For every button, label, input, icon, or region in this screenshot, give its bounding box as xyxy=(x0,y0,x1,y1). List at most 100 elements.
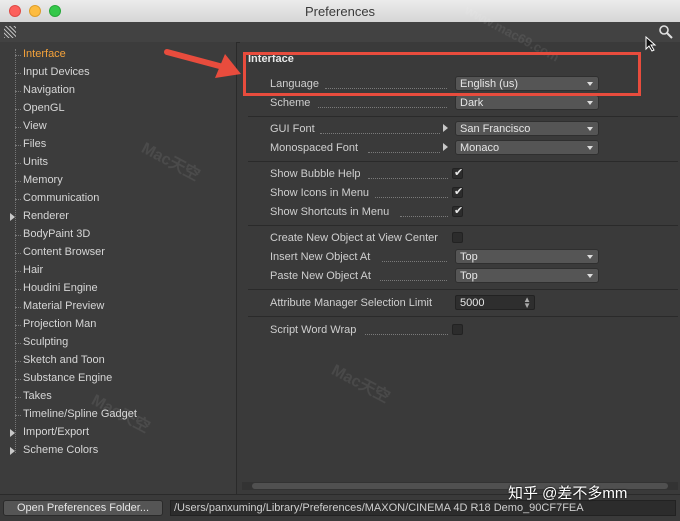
expand-arrow-icon[interactable] xyxy=(10,447,15,455)
sidebar-item-label: Units xyxy=(23,156,49,168)
sidebar-item-label: Content Browser xyxy=(23,246,105,258)
annotation-arrow-icon xyxy=(164,49,241,78)
open-preferences-folder-button[interactable]: Open Preferences Folder... xyxy=(3,500,163,516)
sidebar-item-label: Scheme Colors xyxy=(23,444,99,456)
create-at-center-label: Create New Object at View Center xyxy=(270,232,438,244)
sidebar-item[interactable]: Renderer xyxy=(0,208,236,226)
sidebar-item[interactable]: BodyPaint 3D xyxy=(0,226,236,244)
tree-connector xyxy=(15,289,21,290)
mono-font-value: Monaco xyxy=(460,142,500,154)
sidebar-item[interactable]: Material Preview xyxy=(0,298,236,316)
paste-at-label: Paste New Object At xyxy=(270,270,371,282)
sidebar-item-label: Projection Man xyxy=(23,318,97,330)
divider xyxy=(248,225,678,226)
leader-dots xyxy=(320,133,440,134)
tree-connector xyxy=(15,127,21,128)
tree-connector xyxy=(15,253,21,254)
sidebar-item[interactable]: OpenGL xyxy=(0,100,236,118)
sidebar-item[interactable]: Files xyxy=(0,136,236,154)
tree-connector xyxy=(15,199,21,200)
insert-at-dropdown[interactable]: Top xyxy=(455,249,599,264)
grip-icon[interactable] xyxy=(4,26,16,38)
checkmark-icon: ✔ xyxy=(454,186,464,198)
tree-connector xyxy=(15,325,21,326)
tree-connector xyxy=(15,343,21,344)
tree-connector xyxy=(15,307,21,308)
sidebar-item[interactable]: Substance Engine xyxy=(0,370,236,388)
checkmark-icon: ✔ xyxy=(454,167,464,179)
leader-dots xyxy=(380,280,447,281)
sidebar-item-label: OpenGL xyxy=(23,102,65,114)
leader-dots xyxy=(365,334,448,335)
sidebar-item-label: Files xyxy=(23,138,47,150)
selection-limit-spinner[interactable]: 5000 ▲ ▼ xyxy=(455,295,535,310)
title-bar: Preferences xyxy=(0,0,680,23)
sidebar-item[interactable]: Navigation xyxy=(0,82,236,100)
sidebar-item-label: Sketch and Toon xyxy=(23,354,105,366)
preferences-sidebar: Interface Input Devices Navigation OpenGL Vi… xyxy=(0,42,237,494)
sidebar-item[interactable]: Memory xyxy=(0,172,236,190)
icons-in-menu-label: Show Icons in Menu xyxy=(270,187,370,199)
divider xyxy=(248,316,678,317)
highlight-box xyxy=(243,52,641,96)
expand-arrow-icon[interactable] xyxy=(443,143,448,151)
tree-connector xyxy=(15,55,21,56)
leader-dots xyxy=(400,216,448,217)
sidebar-item[interactable]: Sketch and Toon xyxy=(0,352,236,370)
sidebar-item[interactable]: Import/Export xyxy=(0,424,236,442)
sidebar-item[interactable]: Hair xyxy=(0,262,236,280)
toolbar xyxy=(0,22,680,43)
scheme-value: Dark xyxy=(460,97,484,109)
expand-arrow-icon[interactable] xyxy=(10,213,15,221)
sidebar-item-label: BodyPaint 3D xyxy=(23,228,91,240)
icons-in-menu-checkbox[interactable]: ✔ xyxy=(452,186,464,198)
sidebar-item[interactable]: Projection Man xyxy=(0,316,236,334)
chevron-down-icon xyxy=(587,274,593,278)
scheme-label: Scheme xyxy=(270,97,311,109)
window-title: Preferences xyxy=(304,4,376,19)
gui-font-dropdown[interactable]: San Francisco xyxy=(455,121,599,136)
sidebar-item-label: Memory xyxy=(23,174,63,186)
sidebar-item-label: Sculpting xyxy=(23,336,69,348)
create-at-center-checkbox[interactable] xyxy=(452,232,463,243)
tree-connector xyxy=(15,91,21,92)
leader-dots xyxy=(382,261,447,262)
insert-at-label: Insert New Object At xyxy=(270,251,371,263)
sidebar-item[interactable]: Sculpting xyxy=(0,334,236,352)
sidebar-item-label: Navigation xyxy=(23,84,75,96)
expand-arrow-icon[interactable] xyxy=(10,429,15,437)
sidebar-item[interactable]: Scheme Colors xyxy=(0,442,236,460)
sidebar-item[interactable]: View xyxy=(0,118,236,136)
expand-arrow-icon[interactable] xyxy=(443,124,448,132)
bubble-help-label: Show Bubble Help xyxy=(270,168,361,180)
chevron-down-icon xyxy=(587,101,593,105)
stepper-arrows-icon[interactable]: ▲ ▼ xyxy=(523,296,531,310)
paste-at-dropdown[interactable]: Top xyxy=(455,268,599,283)
sidebar-item[interactable]: Communication xyxy=(0,190,236,208)
tree-connector xyxy=(15,235,21,236)
selection-limit-label: Attribute Manager Selection Limit xyxy=(270,297,433,309)
search-icon[interactable] xyxy=(658,24,674,40)
sidebar-item-label: View xyxy=(23,120,47,132)
sidebar-item[interactable]: Content Browser xyxy=(0,244,236,262)
shortcuts-in-menu-checkbox[interactable]: ✔ xyxy=(452,205,463,217)
tree-connector xyxy=(15,109,21,110)
sidebar-item[interactable]: Houdini Engine xyxy=(0,280,236,298)
shortcuts-in-menu-label: Show Shortcuts in Menu xyxy=(270,206,390,218)
scheme-dropdown[interactable]: Dark xyxy=(455,95,599,110)
bubble-help-checkbox[interactable]: ✔ xyxy=(452,167,464,179)
tree-connector xyxy=(15,361,21,362)
leader-dots xyxy=(318,107,447,108)
sidebar-item-label: Material Preview xyxy=(23,300,105,312)
mouse-cursor-icon xyxy=(645,36,657,52)
sidebar-item-label: Import/Export xyxy=(23,426,90,438)
chevron-down-icon xyxy=(587,255,593,259)
tree-connector xyxy=(15,397,21,398)
mono-font-dropdown[interactable]: Monaco xyxy=(455,140,599,155)
sidebar-item-label: Interface xyxy=(23,48,66,60)
divider xyxy=(248,116,678,117)
word-wrap-checkbox[interactable] xyxy=(452,324,463,335)
sidebar-item-label: Input Devices xyxy=(23,66,90,78)
sidebar-item-label: Communication xyxy=(23,192,100,204)
tree-connector xyxy=(15,181,21,182)
